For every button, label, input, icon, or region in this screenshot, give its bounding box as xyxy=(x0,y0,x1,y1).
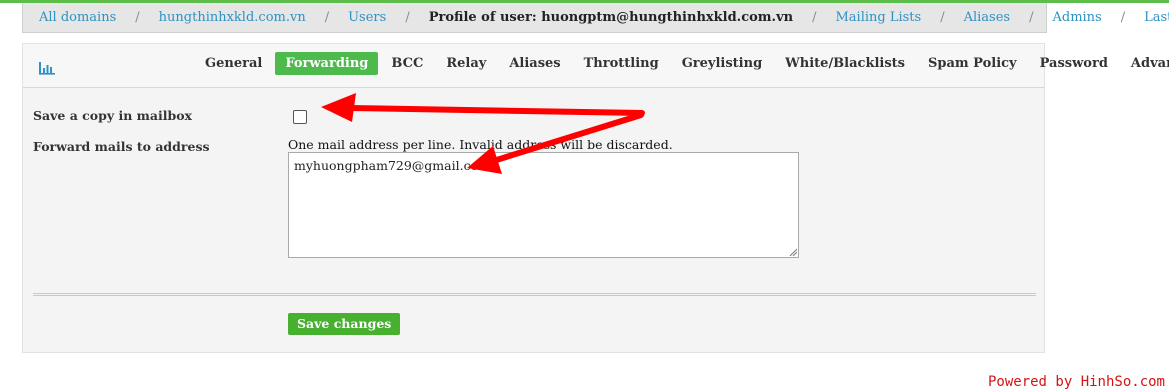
tab-forwarding[interactable]: Forwarding xyxy=(275,52,379,75)
tab-password[interactable]: Password xyxy=(1030,52,1118,75)
profile-panel: General Forwarding BCC Relay Aliases Thr… xyxy=(22,43,1169,353)
breadcrumb-separator: / xyxy=(812,10,817,25)
tab-greylisting[interactable]: Greylisting xyxy=(672,52,772,75)
forward-address-value: myhuongpham729@gmail.com xyxy=(294,158,490,173)
breadcrumb-domain[interactable]: hungthinhxkld.com.vn xyxy=(159,10,306,25)
form-divider xyxy=(33,293,1036,296)
save-changes-button[interactable]: Save changes xyxy=(288,313,401,335)
tabs: General Forwarding BCC Relay Aliases Thr… xyxy=(195,52,1169,75)
tab-spam-policy[interactable]: Spam Policy xyxy=(918,52,1027,75)
breadcrumb: All domains / hungthinhxkld.com.vn / Use… xyxy=(22,3,1169,33)
tab-white-blacklists[interactable]: White/Blacklists xyxy=(775,52,915,75)
save-copy-label: Save a copy in mailbox xyxy=(33,108,192,123)
watermark: Powered by HinhSo.com xyxy=(987,374,1165,390)
tab-aliases[interactable]: Aliases xyxy=(499,52,570,75)
breadcrumb-last-logins[interactable]: Last Logins xyxy=(1144,10,1169,25)
forward-address-label: Forward mails to address xyxy=(33,139,210,154)
bar-chart-icon[interactable] xyxy=(38,59,56,75)
breadcrumb-separator: / xyxy=(324,10,330,25)
breadcrumb-separator: / xyxy=(1029,10,1034,25)
breadcrumb-separator: / xyxy=(405,10,410,25)
breadcrumb-separator: / xyxy=(135,10,140,25)
tab-bcc[interactable]: BCC xyxy=(381,52,433,75)
tab-throttling[interactable]: Throttling xyxy=(574,52,669,75)
breadcrumb-separator: / xyxy=(940,10,945,25)
breadcrumb-current-profile: Profile of user: huongptm@hungthinhxkld.… xyxy=(428,10,794,25)
save-copy-checkbox[interactable] xyxy=(293,110,307,124)
resize-grip-icon[interactable] xyxy=(789,248,797,256)
tab-general[interactable]: General xyxy=(195,52,272,75)
forward-address-textarea[interactable]: myhuongpham729@gmail.com xyxy=(288,152,799,258)
breadcrumb-separator: / xyxy=(1120,10,1126,25)
breadcrumb-all-domains[interactable]: All domains xyxy=(39,10,116,25)
breadcrumb-aliases[interactable]: Aliases xyxy=(964,10,1011,25)
breadcrumb-users[interactable]: Users xyxy=(348,10,386,25)
breadcrumb-mailing-lists[interactable]: Mailing Lists xyxy=(835,10,921,25)
tab-advanced[interactable]: Advanced xyxy=(1121,52,1169,75)
tab-relay[interactable]: Relay xyxy=(436,52,496,75)
forward-hint: One mail address per line. Invalid addre… xyxy=(288,137,673,152)
tab-bar: General Forwarding BCC Relay Aliases Thr… xyxy=(23,44,1169,88)
breadcrumb-admins[interactable]: Admins xyxy=(1052,10,1101,25)
